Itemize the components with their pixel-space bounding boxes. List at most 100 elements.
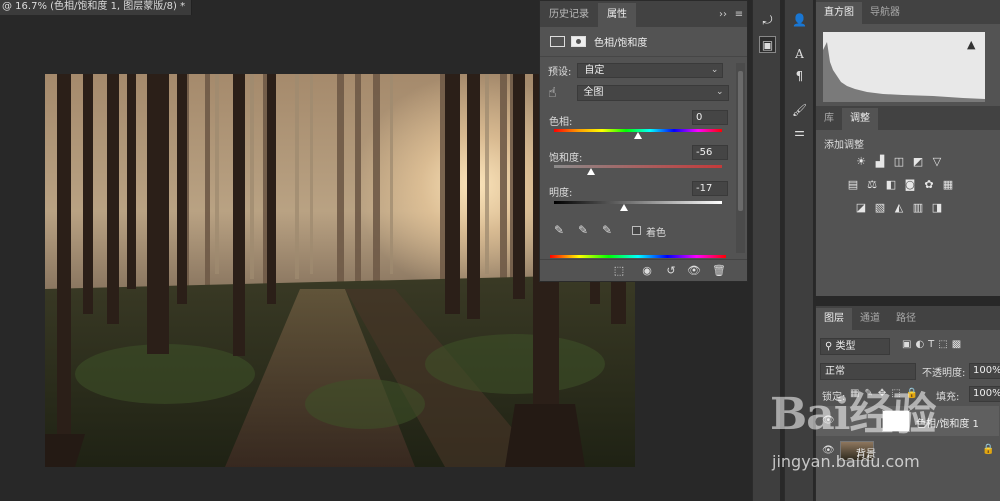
threshold-icon[interactable]: ◭: [892, 201, 906, 214]
visibility-eye-icon[interactable]: 👁: [822, 415, 835, 426]
visibility-eye-icon[interactable]: 👁: [822, 445, 835, 456]
histogram-graph: [823, 32, 985, 102]
search-icon: ⚲: [825, 341, 836, 352]
reset-icon[interactable]: ↺: [664, 264, 678, 277]
invert-icon[interactable]: ◪: [854, 201, 868, 214]
photoshop-window: @ 16.7% (色相/饱和度 1, 图层蒙版/8) * ×: [0, 0, 1000, 501]
tab-adjustments[interactable]: 调整: [842, 108, 878, 130]
document-tab[interactable]: @ 16.7% (色相/饱和度 1, 图层蒙版/8) * ×: [0, 0, 192, 15]
saturation-input[interactable]: -56: [692, 145, 728, 160]
preset-label: 预设:: [548, 67, 572, 78]
brightness-contrast-icon[interactable]: ☀: [854, 155, 868, 168]
properties-panel-icon[interactable]: ▣: [759, 36, 776, 53]
hue-saturation-icon[interactable]: ▤: [846, 178, 860, 191]
opacity-input[interactable]: 100%: [969, 363, 1000, 379]
fill-input[interactable]: 100%: [969, 386, 1000, 402]
layer-filter-select[interactable]: ⚲ 类型: [820, 338, 890, 355]
eyedropper-icon[interactable]: ✎: [554, 223, 564, 237]
character-panel-icon[interactable]: A: [791, 46, 808, 63]
vibrance-icon[interactable]: ▽: [930, 155, 944, 168]
properties-title: 色相/饱和度: [594, 38, 648, 49]
paragraph-panel-icon[interactable]: ¶: [791, 68, 808, 85]
saturation-slider[interactable]: [554, 165, 722, 168]
layer-row-background[interactable]: 👁 背景 🔒: [816, 436, 999, 466]
close-document-icon[interactable]: ×: [191, 1, 192, 12]
history-panel-icon[interactable]: ⤾: [759, 12, 776, 29]
channel-mixer-icon[interactable]: ✿: [922, 178, 936, 191]
layers-tabbar: 图层 通道 路径: [816, 306, 1000, 330]
layers-panel: 图层 通道 路径 ⚲ 类型 ▣◐T⬚▩ 正常 不透明度: 100% 锁定: ▦✎…: [815, 306, 1000, 501]
lock-label: 锁定:: [822, 392, 846, 403]
color-balance-icon[interactable]: ⚖: [865, 178, 879, 191]
properties-panel: 历史记录 属性 ›› ≡ 色相/饱和度 预设: 自定 ⌄ ☝ 全图 ⌄ 色相: …: [539, 0, 748, 282]
tab-libraries[interactable]: 库: [816, 108, 842, 130]
brush-settings-icon[interactable]: ⚌: [791, 124, 808, 141]
delete-trash-icon[interactable]: 🗑: [712, 264, 726, 277]
panel-dock-strip-1: ⤾ ▣: [752, 0, 780, 501]
selective-color-icon[interactable]: ◨: [930, 201, 944, 214]
channel-value: 全图: [583, 87, 604, 98]
adjustment-row-1: ☀ ▟ ◫ ◩ ▽: [854, 155, 974, 168]
hue-input[interactable]: 0: [692, 110, 728, 125]
layer-filter-icons[interactable]: ▣◐T⬚▩: [902, 339, 965, 350]
layer-row-adjustment[interactable]: 👁 色相/饱和度 1: [816, 406, 999, 436]
add-adjustment-heading: 添加调整: [824, 140, 864, 151]
histogram-panel: 直方图 导航器 ▲: [815, 0, 1000, 106]
curves-icon[interactable]: ◫: [892, 155, 906, 168]
chevron-down-icon: ⌄: [715, 87, 724, 97]
color-lookup-icon[interactable]: ▦: [941, 178, 955, 191]
lightness-slider[interactable]: [554, 201, 722, 204]
lightness-slider-thumb[interactable]: [619, 204, 628, 211]
hue-label: 色相:: [549, 117, 573, 128]
properties-tabbar: 历史记录 属性 ›› ≡: [540, 1, 747, 27]
eyedropper-subtract-icon[interactable]: ✎: [602, 223, 612, 237]
brush-panel-icon[interactable]: 🖌: [791, 102, 808, 119]
saturation-slider-thumb[interactable]: [586, 168, 595, 175]
adjustments-panel: 库 调整 添加调整 ☀ ▟ ◫ ◩ ▽ ▤ ⚖ ◧ ◙ ✿ ▦ ◪ ▧ ◭ ▥ …: [815, 106, 1000, 296]
exposure-icon[interactable]: ◩: [911, 155, 925, 168]
histogram-curve: [823, 42, 985, 102]
levels-icon[interactable]: ▟: [873, 155, 887, 168]
collapse-panel-icon[interactable]: ››: [715, 3, 731, 27]
panel-menu-icon[interactable]: ≡: [731, 3, 747, 27]
preset-value: 自定: [584, 65, 605, 76]
layer-mask-icon[interactable]: [571, 36, 586, 47]
lightness-label: 明度:: [549, 188, 573, 199]
cache-warning-icon[interactable]: ▲: [967, 38, 975, 51]
preset-select[interactable]: 自定 ⌄: [577, 63, 724, 78]
blend-mode-value: 正常: [825, 366, 845, 377]
hue-slider-thumb[interactable]: [634, 132, 642, 139]
scrollbar-knob[interactable]: [738, 71, 743, 211]
tab-history[interactable]: 历史记录: [540, 3, 598, 27]
properties-title-row: 色相/饱和度: [540, 27, 747, 57]
layer-filter-value: 类型: [835, 341, 856, 352]
tab-histogram[interactable]: 直方图: [816, 2, 862, 24]
adjustment-row-3: ◪ ▧ ◭ ▥ ◨: [854, 201, 974, 214]
colorize-label: 着色: [646, 228, 666, 239]
properties-scrollbar[interactable]: [736, 63, 745, 253]
tab-paths[interactable]: 路径: [888, 308, 924, 330]
layer-name: 背景: [856, 449, 876, 460]
targeted-adjustment-hand-icon[interactable]: ☝: [548, 85, 557, 101]
clip-to-layer-icon[interactable]: ⬚: [612, 264, 626, 277]
channel-select[interactable]: 全图 ⌄: [576, 85, 729, 101]
tab-channels[interactable]: 通道: [852, 308, 888, 330]
adjustment-row-2: ▤ ⚖ ◧ ◙ ✿ ▦: [846, 178, 966, 191]
visibility-eye-icon[interactable]: 👁: [687, 264, 701, 277]
properties-footer: ⬚ ◉ ↺ 👁 🗑: [540, 259, 747, 281]
lock-icons[interactable]: ▦✎✥⬚🔒: [850, 388, 923, 399]
view-previous-state-icon[interactable]: ◉: [640, 264, 654, 277]
colorize-checkbox[interactable]: [632, 226, 641, 235]
posterize-icon[interactable]: ▧: [873, 201, 887, 214]
users-panel-icon[interactable]: 👤: [791, 12, 808, 29]
photo-filter-icon[interactable]: ◙: [903, 178, 917, 191]
tab-layers[interactable]: 图层: [816, 308, 852, 330]
adjustment-layer-icon[interactable]: [550, 36, 565, 47]
lightness-input[interactable]: -17: [692, 181, 728, 196]
gradient-map-icon[interactable]: ▥: [911, 201, 925, 214]
tab-properties[interactable]: 属性: [598, 3, 636, 27]
black-white-icon[interactable]: ◧: [884, 178, 898, 191]
eyedropper-add-icon[interactable]: ✎: [578, 223, 588, 237]
blend-mode-select[interactable]: 正常: [820, 363, 916, 380]
tab-navigator[interactable]: 导航器: [862, 2, 908, 24]
